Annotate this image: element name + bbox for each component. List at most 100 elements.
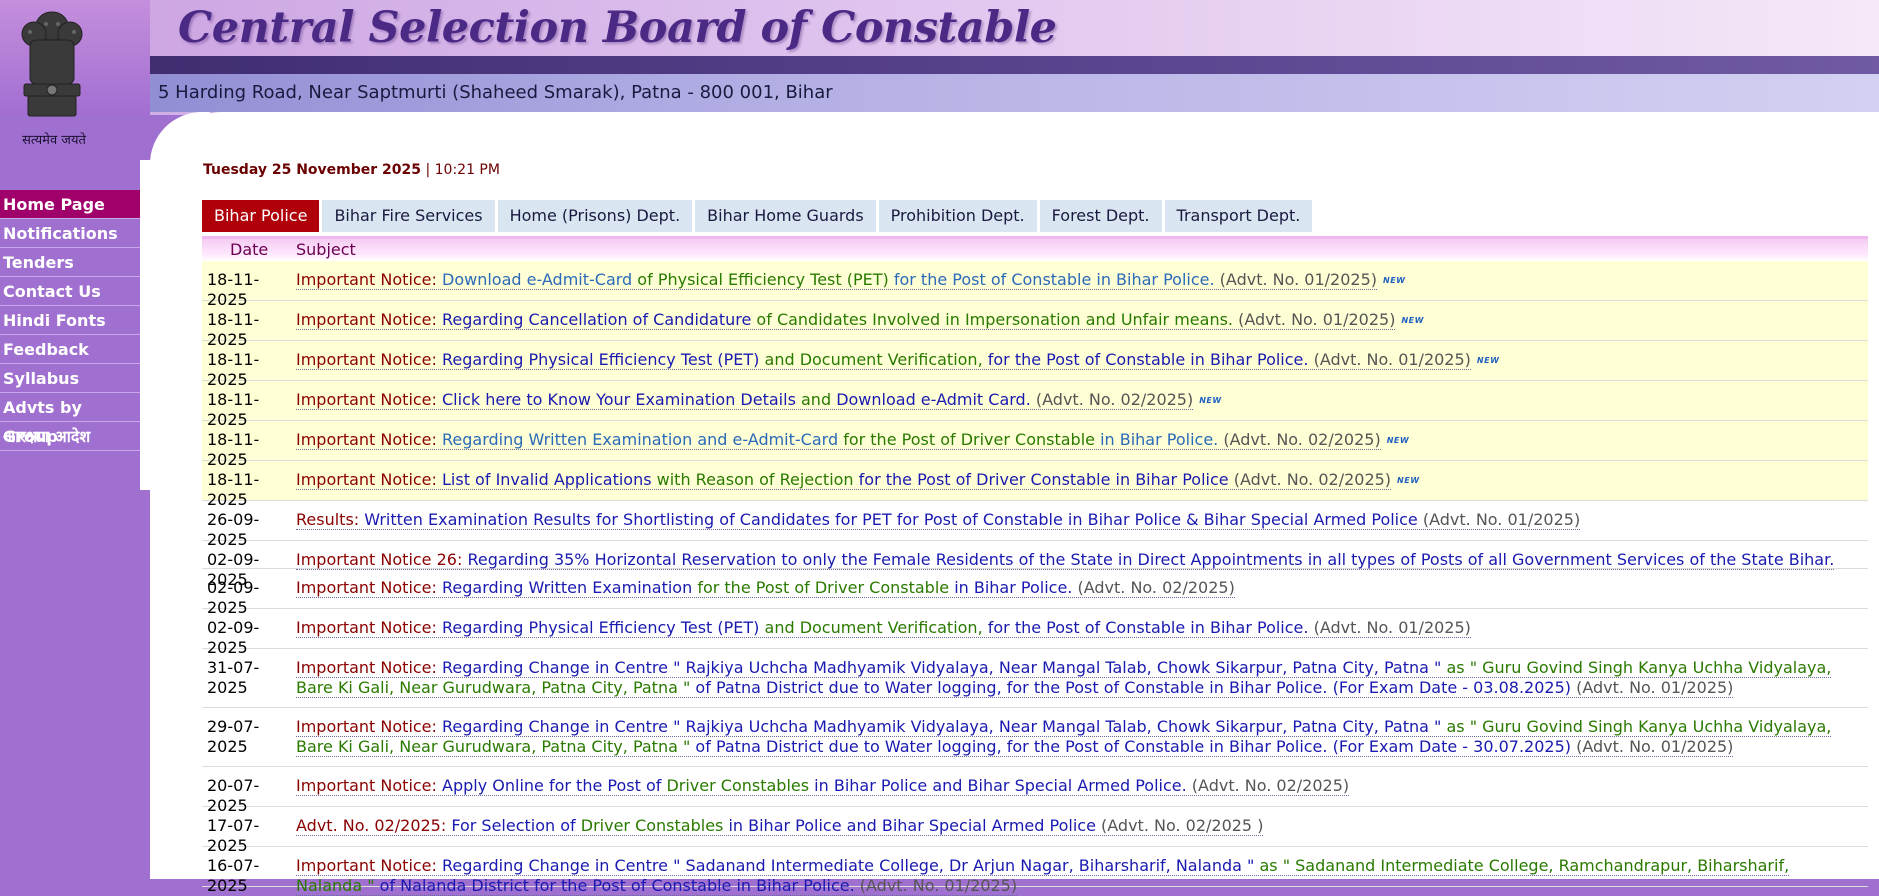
row-date: 18-11-2025 xyxy=(207,390,260,429)
notice-link[interactable]: Important Notice: Download e-Admit-Card … xyxy=(296,270,1377,290)
notice-text-part: for the Post of Constable in Bihar Polic… xyxy=(888,270,1215,289)
notice-text-part: (Advt. No. 01/2025) xyxy=(1214,270,1377,289)
row-date: 18-11-2025 xyxy=(207,470,260,509)
notice-text-part: Driver Constables xyxy=(666,776,810,795)
table-body: 18-11-2025 Important Notice: Download e-A… xyxy=(202,261,1868,896)
notice-link[interactable]: Important Notice: Regarding Change in Ce… xyxy=(296,856,1790,896)
sidebar-rail xyxy=(140,160,154,490)
notice-link[interactable]: Important Notice: Regarding Change in Ce… xyxy=(296,658,1832,698)
new-badge-icon: NEW xyxy=(1397,475,1420,485)
sidebar-item-0[interactable]: Home Page xyxy=(0,190,140,219)
sidebar-item-6[interactable]: Syllabus xyxy=(0,364,140,393)
sidebar-nav: Home Page Notifications Tenders Contact Us H… xyxy=(0,190,140,451)
row-date: 02-09-2025 xyxy=(207,578,260,617)
new-badge-icon: NEW xyxy=(1199,395,1222,405)
tab-2[interactable]: Home (Prisons) Dept. xyxy=(497,200,693,232)
notice-text-part: Regarding Change in Centre " Sadanand In… xyxy=(442,856,1255,875)
tab-4[interactable]: Prohibition Dept. xyxy=(878,200,1037,232)
notice-text-part: and xyxy=(795,390,837,409)
table-row: 02-09-2025 Important Notice 26: Regarding… xyxy=(202,541,1868,589)
row-subject: Important Notice: Regarding Physical Eff… xyxy=(296,350,1868,380)
sidebar-item-3[interactable]: Contact Us xyxy=(0,277,140,306)
department-tabs: Bihar Police Bihar Fire Services Home (Pri… xyxy=(202,200,1313,232)
notice-text-part: Important Notice: xyxy=(296,310,442,329)
notice-text-part: (Advt. No. 02/2025) xyxy=(1228,470,1392,489)
row-subject: Important Notice: Regarding Written Exam… xyxy=(296,578,1868,608)
notice-text-part: Advt. No. 02/2025: xyxy=(296,816,452,835)
notice-link[interactable]: Important Notice: Regarding Physical Eff… xyxy=(296,350,1471,370)
notice-link[interactable]: Important Notice: Regarding Written Exam… xyxy=(296,430,1381,450)
notice-link[interactable]: Important Notice: Regarding Cancellation… xyxy=(296,310,1396,330)
sidebar-item-5[interactable]: Feedback xyxy=(0,335,140,364)
notice-link[interactable]: Results: Written Examination Results for… xyxy=(296,510,1581,530)
notice-text-part: and Document Verification, xyxy=(759,618,983,637)
sidebar-item-1[interactable]: Notifications xyxy=(0,219,140,248)
notice-link[interactable]: Important Notice 26: Regarding 35% Horiz… xyxy=(296,550,1835,570)
sidebar-item-4[interactable]: Hindi Fonts xyxy=(0,306,140,335)
sidebar-item-2[interactable]: Tenders xyxy=(0,248,140,277)
notice-link[interactable]: Important Notice: Regarding Written Exam… xyxy=(296,578,1235,598)
row-date: 18-11-2025 xyxy=(207,270,260,309)
notice-link[interactable]: Advt. No. 02/2025: For Selection of Driv… xyxy=(296,816,1264,836)
notice-text-part: Important Notice: xyxy=(296,717,442,736)
notice-link[interactable]: Important Notice: List of Invalid Applic… xyxy=(296,470,1392,490)
site-header: Central Selection Board of Constable 5 H… xyxy=(0,0,1879,115)
table-row: 18-11-2025 Important Notice: Click here t… xyxy=(202,381,1868,429)
notice-text-part: in Bihar Police and Bihar Special Armed … xyxy=(723,816,1096,835)
notice-text-part: Regarding Change in Centre " Rajkiya Uch… xyxy=(442,717,1442,736)
table-row: 17-07-2025 Advt. No. 02/2025: For Selecti… xyxy=(202,807,1868,855)
notice-text-part: (Advt. No. 01/2025) xyxy=(1308,618,1471,637)
notice-text-part: Important Notice: xyxy=(296,658,442,677)
row-subject: Important Notice: Regarding Written Exam… xyxy=(296,430,1868,460)
sidebar-item-7[interactable]: Advts by Group xyxy=(0,393,140,446)
notice-text-part: Driver Constables xyxy=(580,816,724,835)
new-badge-icon: NEW xyxy=(1386,435,1410,445)
notice-link[interactable]: Important Notice: Click here to Know You… xyxy=(296,390,1194,410)
row-subject: Advt. No. 02/2025: For Selection of Driv… xyxy=(296,816,1868,846)
row-subject: Important Notice 26: Regarding 35% Horiz… xyxy=(296,550,1868,570)
new-badge-icon: NEW xyxy=(1476,355,1500,365)
tab-6[interactable]: Transport Dept. xyxy=(1164,200,1313,232)
notice-text-part: in Bihar Police and Bihar Special Armed … xyxy=(809,776,1187,795)
tab-0[interactable]: Bihar Police xyxy=(202,200,320,232)
table-row: 02-09-2025 Important Notice: Regarding Wr… xyxy=(202,569,1868,617)
tab-3[interactable]: Bihar Home Guards xyxy=(695,200,876,232)
notice-text-part: (Advt. No. 01/2025) xyxy=(1571,737,1734,756)
table-row: 26-09-2025 Results: Written Examination R… xyxy=(202,501,1868,549)
table-row: 18-11-2025 Important Notice: List of Inva… xyxy=(202,461,1868,509)
notice-text-part: Important Notice: xyxy=(296,270,442,289)
notice-text-part: Regarding Cancellation of Candidature xyxy=(442,310,752,329)
row-date: 31-07-2025 xyxy=(207,658,260,697)
notice-link[interactable]: Important Notice: Regarding Physical Eff… xyxy=(296,618,1471,638)
current-date: Tuesday 25 November 2025 xyxy=(203,162,422,178)
notice-text-part: Important Notice: xyxy=(296,578,442,597)
notice-text-part: and Document Verification, xyxy=(759,350,983,369)
notice-link[interactable]: Important Notice: Apply Online for the P… xyxy=(296,776,1350,796)
row-date: 26-09-2025 xyxy=(207,510,260,549)
emblem-motto: सत्यमेव जयते xyxy=(22,133,86,148)
notice-text-part: of Patna District due to Water logging, … xyxy=(690,737,1571,756)
tab-5[interactable]: Forest Dept. xyxy=(1039,200,1162,232)
notice-text-part: of Candidates Involved in Impersonation … xyxy=(751,310,1234,329)
notice-link[interactable]: Important Notice: Regarding Change in Ce… xyxy=(296,717,1832,757)
notice-text-part: (Advt. No. 01/2025) xyxy=(1417,510,1581,529)
notice-text-part: for the Post of Driver Constable xyxy=(692,578,950,597)
row-subject: Important Notice: Regarding Change in Ce… xyxy=(296,717,1868,766)
notice-text-part: in Bihar Police. xyxy=(949,578,1073,597)
row-date: 02-09-2025 xyxy=(207,618,260,657)
sidebar-item-8[interactable]: आरक्षण आदेश xyxy=(0,422,140,451)
notice-text-part: Regarding Change in Centre " Rajkiya Uch… xyxy=(442,658,1442,677)
notice-text-part: (Advt. No. 01/2025) xyxy=(1308,350,1471,369)
notice-text-part: Results: xyxy=(296,510,365,529)
header-stripe xyxy=(0,56,1879,74)
site-title: Central Selection Board of Constable xyxy=(178,3,1057,53)
notice-text-part: Important Notice: xyxy=(296,470,442,489)
row-date: 18-11-2025 xyxy=(207,310,260,349)
notice-text-part: (Advt. No. 01/2025) xyxy=(1571,678,1734,697)
row-date: 18-11-2025 xyxy=(207,350,260,389)
row-date: 29-07-2025 xyxy=(207,717,260,756)
column-header-subject: Subject xyxy=(296,240,356,259)
row-subject: Important Notice: Regarding Change in Ce… xyxy=(296,658,1868,707)
notice-text-part: in Bihar Police. xyxy=(1094,430,1219,449)
tab-1[interactable]: Bihar Fire Services xyxy=(322,200,495,232)
